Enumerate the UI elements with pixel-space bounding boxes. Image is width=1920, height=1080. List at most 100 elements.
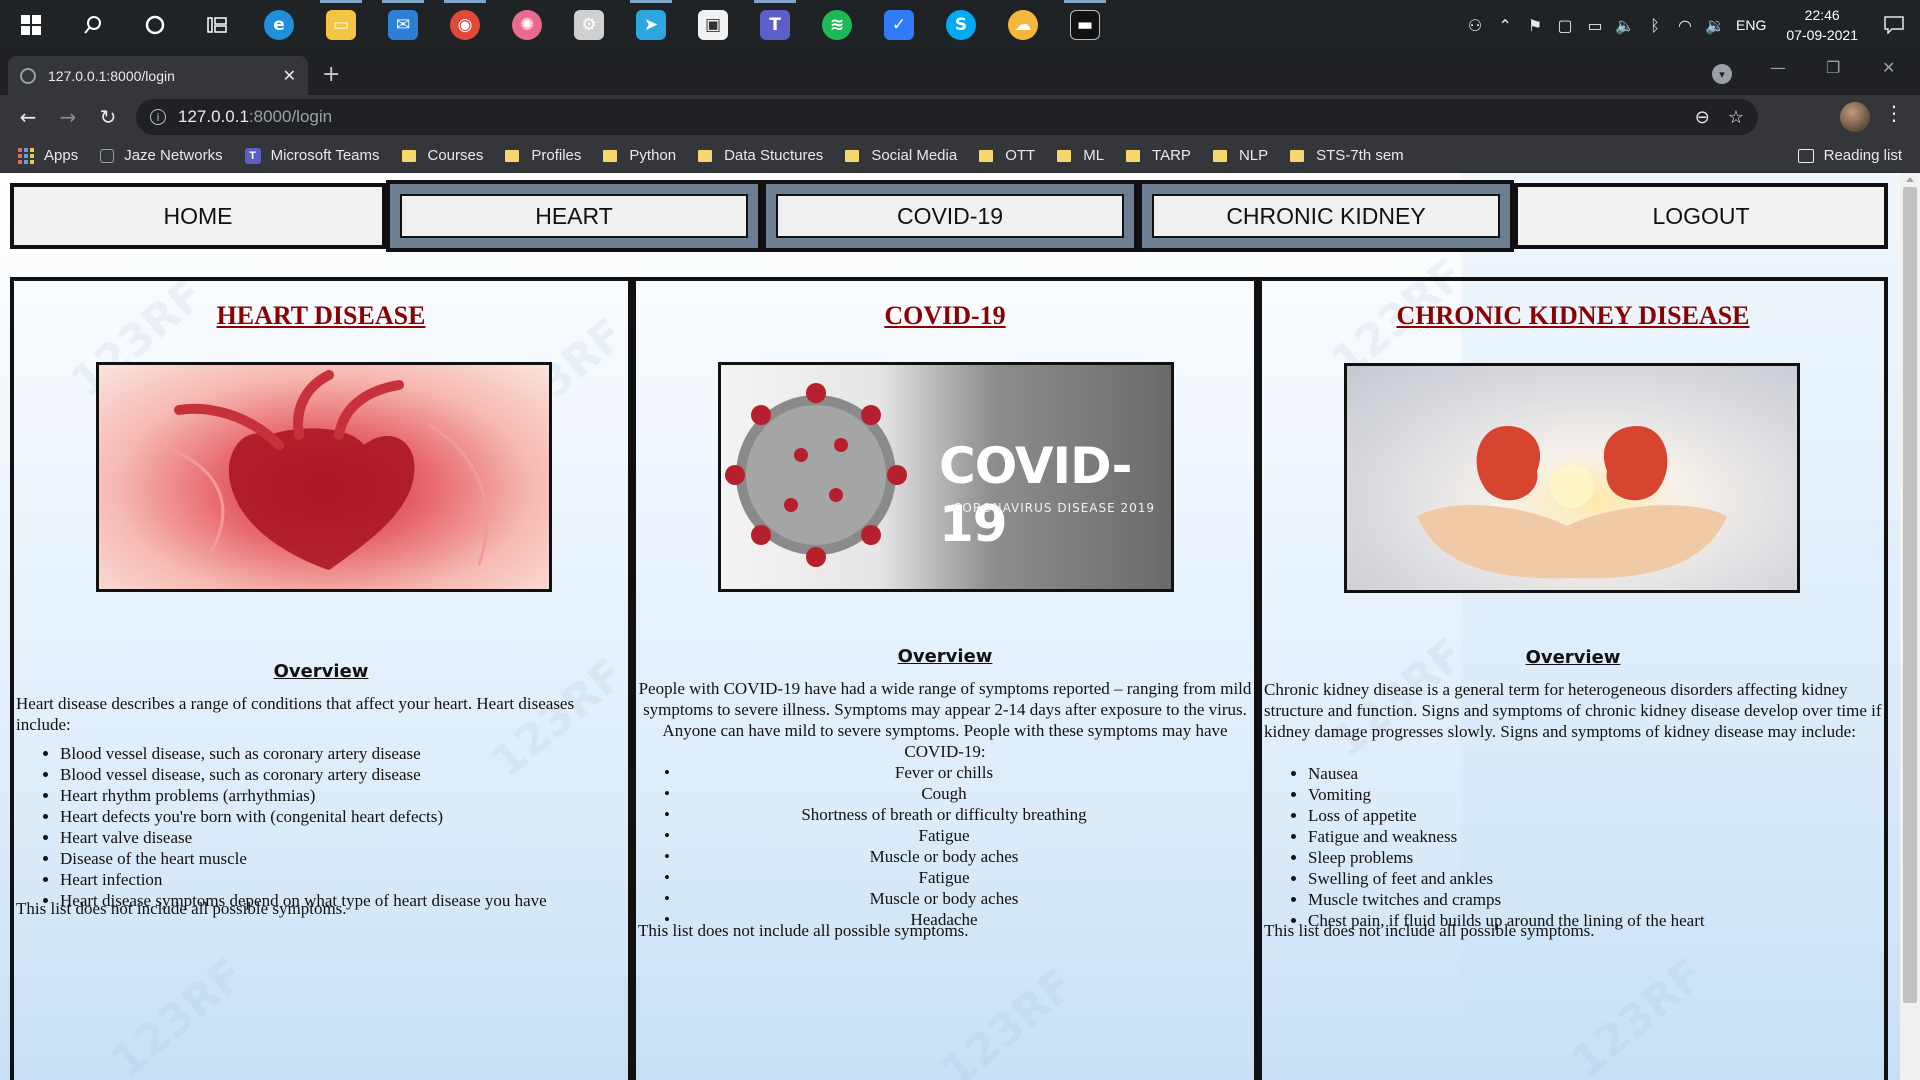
heart-title[interactable]: HEART DISEASE bbox=[14, 301, 628, 331]
taskbar-task-view-icon[interactable] bbox=[186, 0, 248, 50]
list-item: Heart rhythm problems (arrhythmias) bbox=[60, 785, 618, 806]
reload-icon[interactable]: ↻ bbox=[88, 97, 128, 137]
clock-date: 07-09-2021 bbox=[1786, 27, 1858, 43]
list-item: Shortness of breath or difficulty breath… bbox=[664, 804, 1204, 825]
bookmark-profiles[interactable]: Profiles bbox=[505, 147, 581, 164]
taskbar-todo-icon[interactable]: ✓ bbox=[868, 0, 930, 50]
covid-title[interactable]: COVID-19 bbox=[636, 301, 1254, 331]
back-icon[interactable]: ← bbox=[8, 97, 48, 137]
clock[interactable]: 22:46 07-09-2021 bbox=[1776, 5, 1868, 45]
taskbar-settings-icon[interactable]: ⚙ bbox=[558, 0, 620, 50]
covid-card: COVID-19 COVID-19 CORONAVIRUS DISEASE 20… bbox=[632, 277, 1258, 1080]
teams-icon: T bbox=[760, 10, 790, 40]
telegram-icon: ➤ bbox=[636, 10, 666, 40]
taskbar-skype-icon[interactable]: S bbox=[930, 0, 992, 50]
bookmark-microsoft-teams[interactable]: T Microsoft Teams bbox=[244, 147, 380, 164]
cortana-icon bbox=[140, 10, 170, 40]
nav-heart[interactable]: HEART bbox=[386, 180, 762, 252]
bookmark-courses[interactable]: Courses bbox=[401, 147, 483, 164]
nav-home[interactable]: HOME bbox=[10, 183, 386, 249]
list-item: Fatigue bbox=[664, 825, 1204, 846]
notification-icon[interactable] bbox=[1868, 0, 1920, 50]
taskbar-weather-icon[interactable]: ☁ bbox=[992, 0, 1054, 50]
forward-icon[interactable]: → bbox=[48, 97, 88, 137]
kidney-image bbox=[1344, 363, 1800, 593]
taskbar-file-explorer-icon[interactable]: ▭ bbox=[310, 0, 372, 50]
volume-icon[interactable]: 🔉 bbox=[1700, 0, 1730, 50]
new-tab-icon[interactable]: + bbox=[322, 62, 340, 87]
bookmark-python[interactable]: Python bbox=[603, 147, 676, 164]
minimize-icon[interactable]: — bbox=[1770, 58, 1786, 77]
bookmark-star-icon[interactable]: ☆ bbox=[1728, 107, 1744, 128]
taskbar-edge-icon[interactable]: e bbox=[248, 0, 310, 50]
wifi-icon[interactable]: ◠ bbox=[1670, 0, 1700, 50]
taskbar-telegram-icon[interactable]: ➤ bbox=[620, 0, 682, 50]
covid-intro: People with COVID-19 have had a wide ran… bbox=[638, 679, 1252, 761]
file-explorer-icon: ▭ bbox=[326, 10, 356, 40]
camera-icon[interactable]: ▢ bbox=[1550, 0, 1580, 50]
site-info-icon[interactable]: i bbox=[150, 109, 166, 125]
teams-tray-icon[interactable]: ⚑ bbox=[1520, 0, 1550, 50]
folder-icon bbox=[845, 149, 860, 162]
zoom-icon[interactable]: ⊖ bbox=[1695, 107, 1710, 128]
covid-image-subtitle: CORONAVIRUS DISEASE 2019 bbox=[953, 501, 1156, 515]
people-icon[interactable]: ⚇ bbox=[1460, 0, 1490, 50]
bookmark-label: OTT bbox=[1005, 147, 1036, 164]
heart-footer: This list does not include all possible … bbox=[16, 899, 347, 918]
nav-covid[interactable]: COVID-19 bbox=[762, 180, 1138, 252]
folder-icon bbox=[505, 149, 520, 162]
nav-chronic-kidney[interactable]: CHRONIC KIDNEY bbox=[1138, 180, 1514, 252]
list-item: Fatigue and weakness bbox=[1308, 826, 1874, 847]
taskbar-store-icon[interactable]: ▣ bbox=[682, 0, 744, 50]
skype-icon: S bbox=[946, 10, 976, 40]
globe-icon bbox=[20, 67, 36, 84]
restore-icon[interactable]: ❐ bbox=[1826, 58, 1840, 77]
list-item: Muscle or body aches bbox=[664, 888, 1204, 909]
bookmark-social-media[interactable]: Social Media bbox=[845, 147, 957, 164]
browser-tab[interactable]: 127.0.0.1:8000/login ✕ bbox=[8, 56, 308, 95]
reading-list-button[interactable]: Reading list bbox=[1797, 147, 1902, 164]
close-tab-icon[interactable]: ✕ bbox=[283, 66, 296, 85]
close-window-icon[interactable]: ✕ bbox=[1882, 58, 1895, 77]
page-scrollbar[interactable] bbox=[1900, 173, 1920, 1080]
page-viewport: 123RF 123RF 123RF 123RF 123RF 123RF 123R… bbox=[0, 173, 1900, 1080]
bookmark-apps[interactable]: Apps bbox=[18, 147, 78, 164]
bookmark-ott[interactable]: OTT bbox=[979, 147, 1035, 164]
taskbar-chrome-icon[interactable]: ◉ bbox=[434, 0, 496, 50]
scroll-thumb[interactable] bbox=[1903, 187, 1917, 1003]
taskbar-spotify-icon[interactable]: ≋ bbox=[806, 0, 868, 50]
kidney-title[interactable]: CHRONIC KIDNEY DISEASE bbox=[1262, 301, 1884, 331]
list-item: Nausea bbox=[1308, 763, 1874, 784]
bookmark-jaze-networks[interactable]: Jaze Networks bbox=[100, 147, 223, 164]
menu-icon[interactable]: ⋮ bbox=[1884, 101, 1904, 125]
taskbar-pinwheel-app-icon[interactable]: ✺ bbox=[496, 0, 558, 50]
taskbar-teams-icon[interactable]: T bbox=[744, 0, 806, 50]
nav-logout[interactable]: LOGOUT bbox=[1514, 183, 1888, 249]
list-item: Heart infection bbox=[60, 869, 618, 890]
address-bar[interactable]: i 127.0.0.1:8000/login ⊖ ☆ bbox=[136, 99, 1758, 135]
input-language[interactable]: ENG bbox=[1730, 17, 1776, 33]
site-navbar: HOME HEART COVID-19 CHRONIC KIDNEY LOGOU… bbox=[10, 180, 1888, 252]
weather-icon: ☁ bbox=[1008, 10, 1038, 40]
bookmark-ml[interactable]: ML bbox=[1057, 147, 1104, 164]
bookmark-label: Apps bbox=[44, 147, 79, 164]
taskbar-terminal-icon[interactable]: ▬ bbox=[1054, 0, 1116, 50]
speaker-icon[interactable]: 🔈 bbox=[1610, 0, 1640, 50]
battery-icon[interactable]: ▭ bbox=[1580, 0, 1610, 50]
bluetooth-icon[interactable]: ᛒ bbox=[1640, 0, 1670, 50]
bookmark-tarp[interactable]: TARP bbox=[1126, 147, 1191, 164]
bookmark-nlp[interactable]: NLP bbox=[1212, 147, 1268, 164]
taskbar-search-icon[interactable] bbox=[62, 0, 124, 50]
tab-title: 127.0.0.1:8000/login bbox=[48, 67, 175, 84]
profile-avatar[interactable] bbox=[1840, 102, 1870, 132]
taskbar-cortana-icon[interactable] bbox=[124, 0, 186, 50]
bookmark-data-stuctures[interactable]: Data Stuctures bbox=[698, 147, 823, 164]
tab-search-icon[interactable]: ▾ bbox=[1712, 64, 1732, 84]
bookmark-label: Microsoft Teams bbox=[270, 147, 380, 164]
chevron-up-icon[interactable]: ⌃ bbox=[1490, 0, 1520, 50]
taskbar-windows-start-icon[interactable] bbox=[0, 0, 62, 50]
scroll-up-icon[interactable] bbox=[1906, 177, 1914, 182]
taskbar-mail-icon[interactable]: ✉ bbox=[372, 0, 434, 50]
todo-icon: ✓ bbox=[884, 10, 914, 40]
bookmark-sts-7th-sem[interactable]: STS-7th sem bbox=[1290, 147, 1404, 164]
